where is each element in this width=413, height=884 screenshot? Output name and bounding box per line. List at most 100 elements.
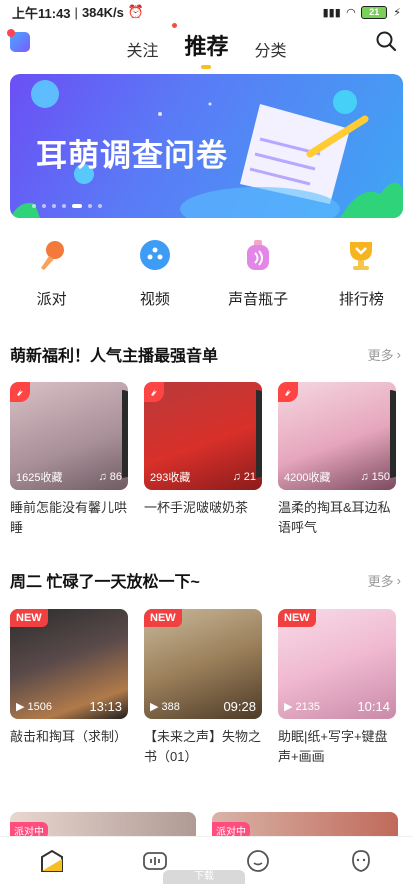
hot-icon bbox=[278, 382, 298, 402]
carousel-dot-active bbox=[72, 204, 82, 208]
video-icon bbox=[138, 238, 172, 272]
more-link[interactable]: 更多 › bbox=[368, 571, 401, 590]
quick-links: 派对 视频 声音瓶子 排行榜 bbox=[0, 238, 413, 309]
card-title: 温柔的掏耳&耳边私语呼气 bbox=[278, 500, 391, 535]
hot-icon bbox=[10, 382, 30, 402]
new-badge: NEW bbox=[278, 609, 316, 627]
notification-dot bbox=[172, 23, 177, 28]
status-bar: 上午11:43 | 384K/s ⏰ ▮▮▮ ◠ 21 ⚡ bbox=[12, 4, 401, 21]
playlist-card[interactable]: 4200收藏 ♫ 150 温柔的掏耳&耳边私语呼气 bbox=[278, 382, 396, 538]
new-badge: NEW bbox=[144, 609, 182, 627]
section-title: 萌新福利！人气主播最强音单 bbox=[10, 348, 219, 365]
hot-icon bbox=[144, 382, 164, 402]
play-icon: ▶ bbox=[16, 701, 25, 713]
trophy-icon bbox=[344, 238, 378, 272]
vinyl-edge bbox=[122, 390, 128, 478]
charging-icon: ⚡ bbox=[393, 6, 401, 19]
track-count: 21 bbox=[243, 471, 256, 483]
duration: 13:13 bbox=[89, 699, 122, 714]
video-card[interactable]: NEW ▶ 2135 10:14 助眠|纸+写字+键盘声+画画 bbox=[278, 609, 396, 767]
microphone-icon bbox=[35, 238, 69, 272]
quick-link-ranking[interactable]: 排行榜 bbox=[316, 238, 406, 309]
play-count: 1506 bbox=[27, 700, 52, 713]
playlist-cover: 293收藏 ♫ 21 bbox=[144, 382, 262, 490]
quick-link-video[interactable]: 视频 bbox=[110, 238, 200, 309]
section-header: 周二 忙碌了一天放松一下~ 更多 › bbox=[0, 569, 413, 592]
banner-title: 耳萌调查问卷 bbox=[36, 138, 228, 173]
card-title: 一杯手泥啵啵奶茶 bbox=[144, 500, 249, 515]
carousel-dot bbox=[42, 204, 46, 208]
card-title: 助眠|纸+写字+键盘声+画画 bbox=[278, 729, 388, 764]
section-title: 周二 忙碌了一天放松一下~ bbox=[10, 574, 200, 591]
playlist-row: 1625收藏 ♫ 86 睡前怎能没有馨儿哄睡 293收藏 ♫ 21 一杯手泥啵啵奶茶… bbox=[0, 382, 413, 538]
alarm-icon: ⏰ bbox=[127, 4, 145, 19]
quick-link-label: 声音瓶子 bbox=[228, 291, 289, 308]
track-count: 150 bbox=[371, 471, 390, 483]
carousel-dot bbox=[52, 204, 56, 208]
video-row: NEW ▶ 1506 13:13 敲击和掏耳（求制） NEW ▶ 388 09:28… bbox=[0, 609, 413, 767]
download-toast[interactable]: 下载 bbox=[163, 870, 245, 884]
music-note-icon: ♫ bbox=[360, 471, 369, 483]
quick-link-label: 视频 bbox=[139, 291, 170, 308]
search-icon[interactable] bbox=[375, 30, 397, 52]
banner-carousel[interactable]: 耳萌调查问卷 bbox=[10, 74, 403, 218]
duration: 09:28 bbox=[223, 699, 256, 714]
music-note-icon: ♫ bbox=[98, 471, 107, 483]
bottom-nav-profile[interactable] bbox=[341, 841, 381, 881]
video-card[interactable]: NEW ▶ 1506 13:13 敲击和掏耳（求制） bbox=[10, 609, 128, 767]
play-icon: ▶ bbox=[150, 701, 159, 713]
video-cover: NEW ▶ 388 09:28 bbox=[144, 609, 262, 719]
message-icon bbox=[247, 849, 270, 872]
play-icon: ▶ bbox=[284, 701, 293, 713]
card-title: 【未来之声】失物之书（01） bbox=[144, 729, 262, 764]
video-cover: NEW ▶ 2135 10:14 bbox=[278, 609, 396, 719]
playlist-card[interactable]: 293收藏 ♫ 21 一杯手泥啵啵奶茶 bbox=[144, 382, 262, 538]
section-header: 萌新福利！人气主播最强音单 更多 › bbox=[0, 343, 413, 366]
profile-icon bbox=[352, 849, 371, 872]
track-count: 86 bbox=[109, 471, 122, 483]
tab-recommend[interactable]: 推荐 bbox=[184, 29, 228, 61]
tab-category[interactable]: 分类 bbox=[255, 37, 287, 61]
video-cover: NEW ▶ 1506 13:13 bbox=[10, 609, 128, 719]
more-link[interactable]: 更多 › bbox=[368, 345, 401, 364]
vinyl-edge bbox=[256, 390, 262, 478]
playlist-cover: 4200收藏 ♫ 150 bbox=[278, 382, 396, 490]
status-time: 上午11:43 bbox=[12, 5, 71, 21]
more-label: 更多 bbox=[367, 573, 394, 589]
collect-count: 1625收藏 bbox=[16, 472, 63, 484]
wifi-icon: ◠ bbox=[346, 6, 356, 19]
carousel-dot bbox=[98, 204, 102, 208]
video-card[interactable]: NEW ▶ 388 09:28 【未来之声】失物之书（01） bbox=[144, 609, 262, 767]
music-note-icon: ♫ bbox=[232, 471, 241, 483]
sound-bottle-icon bbox=[241, 238, 275, 272]
status-speed: 384K/s bbox=[81, 4, 124, 20]
bottom-nav-home[interactable] bbox=[32, 841, 72, 881]
quick-link-party[interactable]: 派对 bbox=[7, 238, 97, 309]
play-count: 2135 bbox=[295, 700, 320, 713]
vinyl-edge bbox=[390, 390, 396, 478]
home-icon bbox=[40, 849, 63, 872]
duration: 10:14 bbox=[357, 699, 390, 714]
play-count: 388 bbox=[161, 700, 180, 713]
signal-icon: ▮▮▮ bbox=[322, 6, 341, 19]
new-badge: NEW bbox=[10, 609, 48, 627]
playlist-card[interactable]: 1625收藏 ♫ 86 睡前怎能没有馨儿哄睡 bbox=[10, 382, 128, 538]
chevron-right-icon: › bbox=[396, 346, 401, 362]
live-icon bbox=[142, 851, 167, 870]
top-nav: 关注 推荐 分类 bbox=[0, 24, 413, 66]
chevron-right-icon: › bbox=[396, 572, 401, 588]
quick-link-label: 排行榜 bbox=[338, 291, 384, 308]
card-title: 睡前怎能没有馨儿哄睡 bbox=[10, 500, 128, 535]
playlist-cover: 1625收藏 ♫ 86 bbox=[10, 382, 128, 490]
carousel-indicator bbox=[32, 204, 102, 208]
battery-icon: 21 bbox=[361, 5, 388, 19]
quick-link-label: 派对 bbox=[36, 291, 67, 308]
collect-count: 293收藏 bbox=[150, 472, 191, 484]
card-title: 敲击和掏耳（求制） bbox=[10, 729, 128, 744]
tab-follow[interactable]: 关注 bbox=[126, 37, 158, 61]
carousel-dot bbox=[32, 204, 36, 208]
quick-link-sound-bottle[interactable]: 声音瓶子 bbox=[213, 238, 303, 309]
carousel-dot bbox=[88, 204, 92, 208]
collect-count: 4200收藏 bbox=[284, 472, 331, 484]
carousel-dot bbox=[62, 204, 66, 208]
